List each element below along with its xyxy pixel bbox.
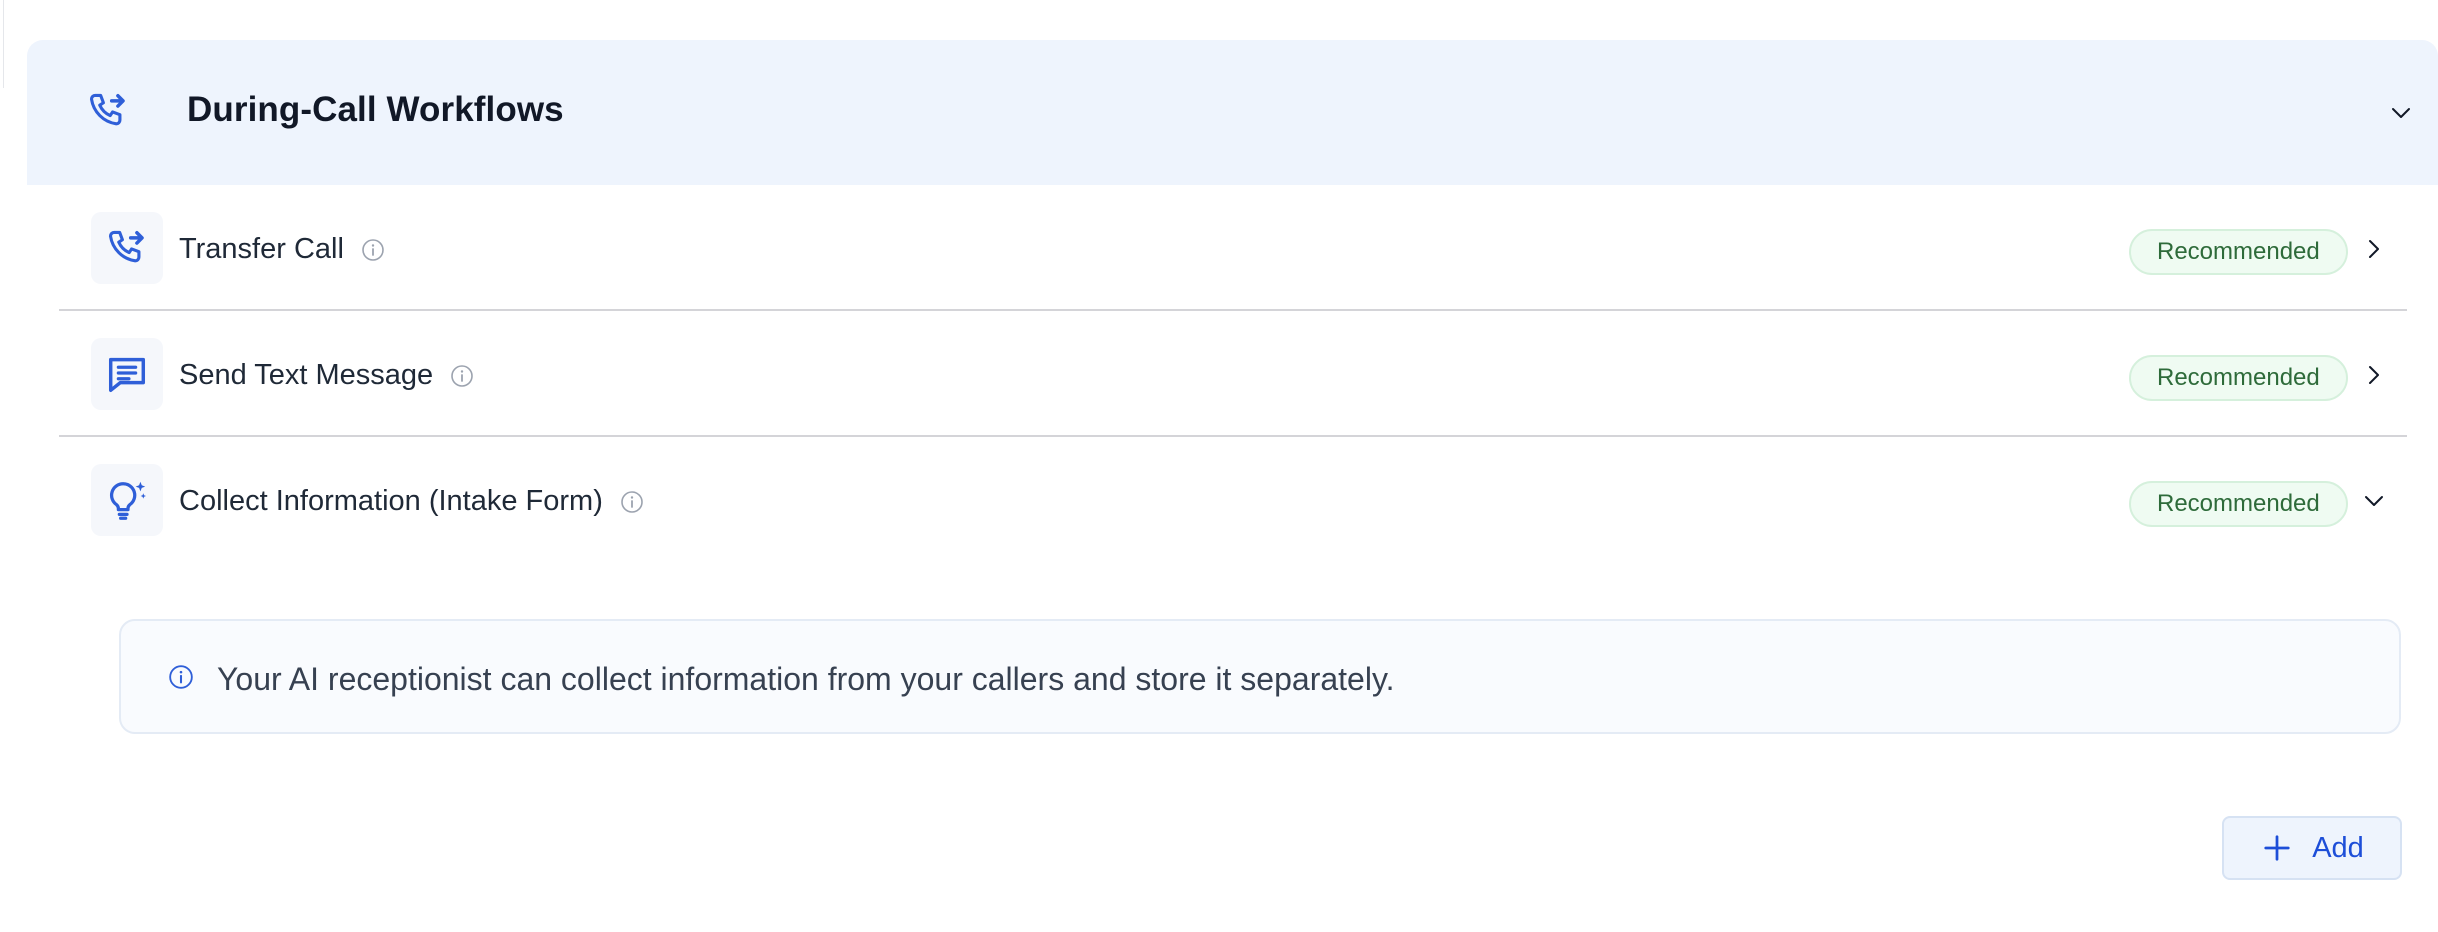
workflow-label-text: Transfer Call [179,233,344,265]
workflow-row-transfer-call[interactable]: Transfer Call Recommended [59,185,2407,311]
workflow-label-text: Send Text Message [179,359,434,391]
workflow-label-text: Collect Information (Intake Form) [179,485,603,517]
section-header[interactable]: During-Call Workflows [27,40,2438,185]
phone-forward-icon [85,88,131,134]
info-icon[interactable] [360,237,386,263]
section-title: During-Call Workflows [187,90,564,129]
phone-forward-icon [91,212,163,284]
recommended-badge: Recommended [2129,229,2348,275]
workflow-row-send-text-message[interactable]: Send Text Message Recommended [59,311,2407,437]
recommended-badge: Recommended [2129,481,2348,527]
intake-info-note: Your AI receptionist can collect informa… [119,619,2401,734]
message-icon [91,338,163,410]
page: During-Call Workflows Transfer Call Reco… [0,0,2438,932]
workflow-list: Transfer Call Recommended Send Text Mess… [59,185,2407,563]
lightbulb-sparkle-icon [91,464,163,536]
chevron-right-icon[interactable] [2359,360,2389,390]
left-edge-divider [0,0,4,88]
plus-icon [2260,831,2294,865]
info-icon [167,663,195,691]
info-icon[interactable] [619,489,645,515]
during-call-workflows-panel: During-Call Workflows Transfer Call Reco… [27,40,2438,932]
add-button-label: Add [2312,831,2364,864]
workflow-label: Collect Information (Intake Form) [179,485,645,518]
workflow-row-collect-information[interactable]: Collect Information (Intake Form) Recomm… [59,437,2407,563]
workflow-label: Transfer Call [179,233,386,266]
info-icon[interactable] [449,363,475,389]
recommended-badge: Recommended [2129,355,2348,401]
chevron-right-icon[interactable] [2359,234,2389,264]
chevron-down-icon[interactable] [2359,486,2389,516]
add-button[interactable]: Add [2222,816,2402,880]
chevron-down-icon[interactable] [2386,98,2416,128]
intake-info-text: Your AI receptionist can collect informa… [217,661,1395,697]
workflow-label: Send Text Message [179,359,475,392]
